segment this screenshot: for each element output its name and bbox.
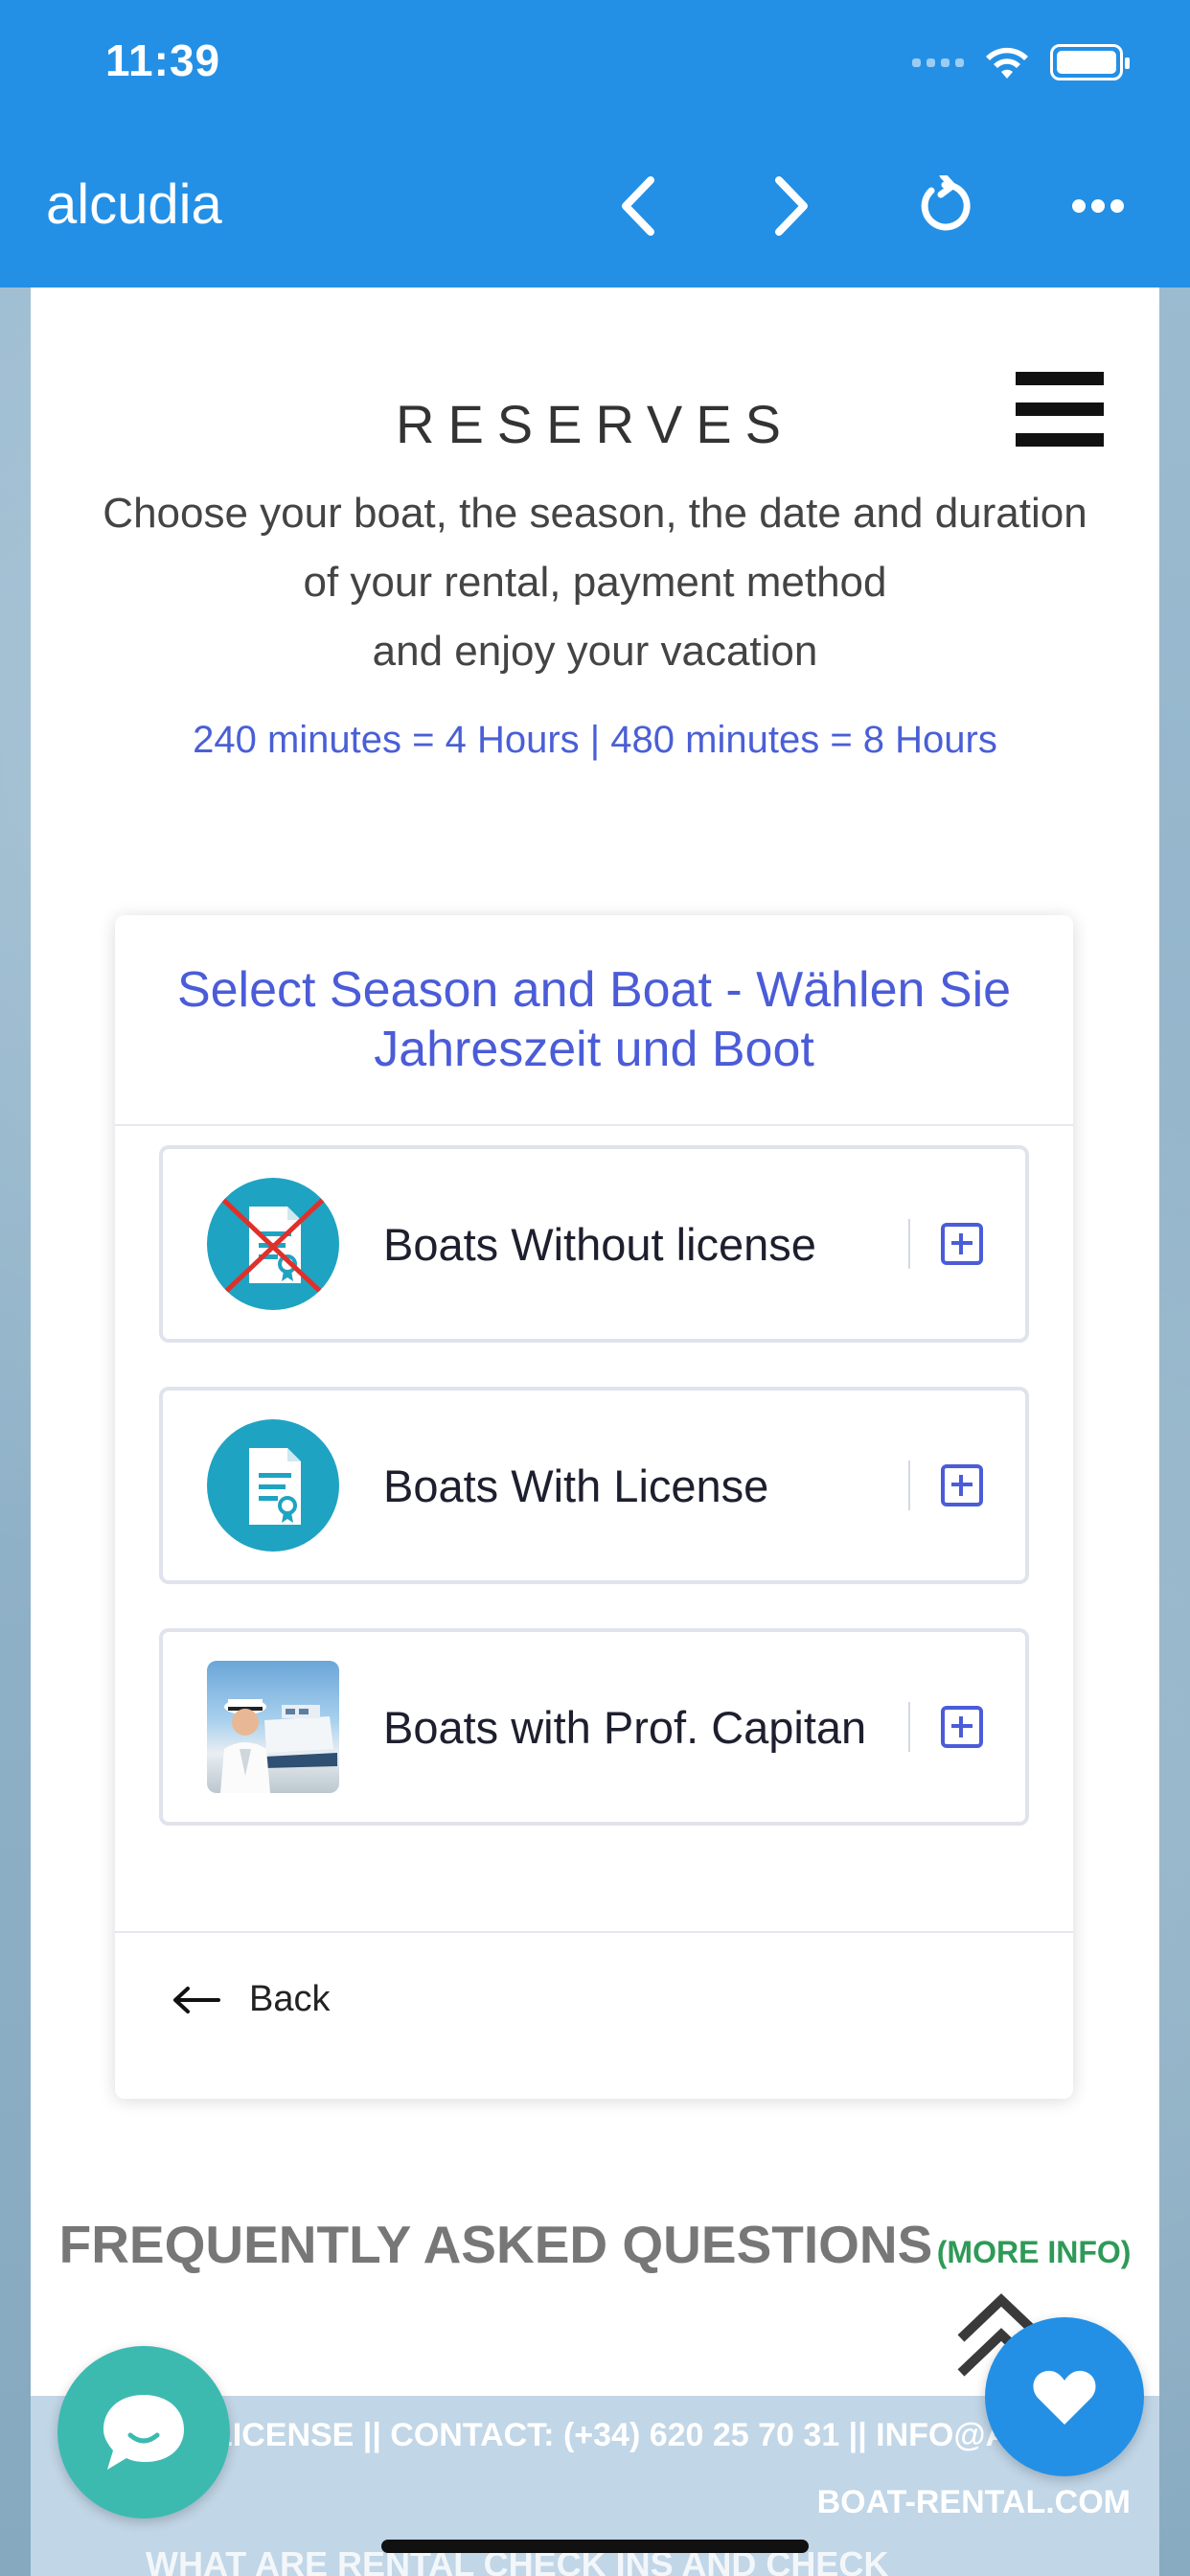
web-page: RESERVES Choose your boat, the season, t… (31, 288, 1159, 2576)
expand-plus-icon[interactable] (941, 1223, 983, 1265)
back-button[interactable]: Back (172, 1979, 330, 2020)
back-nav-button[interactable] (581, 163, 696, 249)
divider (908, 1460, 910, 1510)
favorite-button[interactable] (985, 2317, 1144, 2476)
intro-line-3: and enjoy your vacation (372, 628, 818, 675)
option-label: Boats Without license (383, 1218, 816, 1270)
back-label: Back (249, 1979, 331, 2019)
option-boats-with-license[interactable]: Boats With License (159, 1387, 1029, 1584)
option-boats-without-license[interactable]: Boats Without license (159, 1145, 1029, 1343)
chevron-left-icon (622, 176, 654, 236)
contact-line: LICENSE || CONTACT: (+34) 620 25 70 31 |… (213, 2417, 1010, 2453)
faq-more-info-link[interactable]: (MORE INFO) (937, 2235, 1132, 2269)
no-license-icon (207, 1178, 339, 1310)
heart-icon (1033, 2370, 1096, 2425)
boat-selection-card: Select Season and Boat - Wählen Sie Jahr… (115, 915, 1073, 2099)
chat-bubble-icon (103, 2395, 184, 2470)
license-icon (207, 1419, 339, 1552)
divider (908, 1702, 910, 1752)
page-title: RESERVES (396, 394, 794, 454)
contact-domain: BOAT-RENTAL.COM (816, 2484, 1131, 2520)
option-boats-with-captain[interactable]: Boats with Prof. Capitan (159, 1628, 1029, 1826)
reload-button[interactable] (887, 163, 1002, 249)
more-button[interactable] (1041, 163, 1156, 249)
expand-plus-icon[interactable] (941, 1706, 983, 1748)
forward-nav-button[interactable] (734, 163, 849, 249)
nav-controls (581, 163, 1156, 249)
browser-toolbar: 11:39 alcudia (0, 0, 1190, 288)
signal-icon (912, 58, 964, 67)
intro-text: Choose your boat, the season, the date a… (88, 479, 1102, 686)
duration-note: 240 minutes = 4 Hours | 480 minutes = 8 … (193, 719, 997, 761)
option-label: Boats with Prof. Capitan (383, 1701, 867, 1753)
status-icons (912, 44, 1130, 80)
expand-plus-icon[interactable] (941, 1464, 983, 1506)
faq-title: FREQUENTLY ASKED QUESTIONS (58, 2215, 933, 2274)
site-title: alcudia (46, 173, 222, 236)
more-icon (1072, 199, 1124, 213)
home-indicator (381, 2540, 809, 2553)
chat-button[interactable] (57, 2346, 230, 2518)
intro-line-1: Choose your boat, the season, the date a… (103, 490, 1087, 537)
divider (908, 1219, 910, 1269)
card-header: Select Season and Boat - Wählen Sie Jahr… (115, 915, 1073, 1126)
intro-line-2: of your rental, payment method (303, 559, 887, 606)
card-footer-divider (115, 1931, 1073, 1933)
battery-icon (1050, 44, 1130, 80)
arrow-left-icon (173, 1986, 220, 2013)
faq-heading: FREQUENTLY ASKED QUESTIONS (MORE INFO) (31, 2214, 1159, 2275)
status-time: 11:39 (105, 35, 221, 85)
option-label: Boats With License (383, 1460, 769, 1511)
wifi-icon (986, 47, 1028, 79)
reload-icon (921, 175, 971, 231)
captain-photo (207, 1661, 339, 1793)
chevron-right-icon (775, 176, 808, 236)
card-heading: Select Season and Boat - Wählen Sie Jahr… (176, 962, 1012, 1077)
